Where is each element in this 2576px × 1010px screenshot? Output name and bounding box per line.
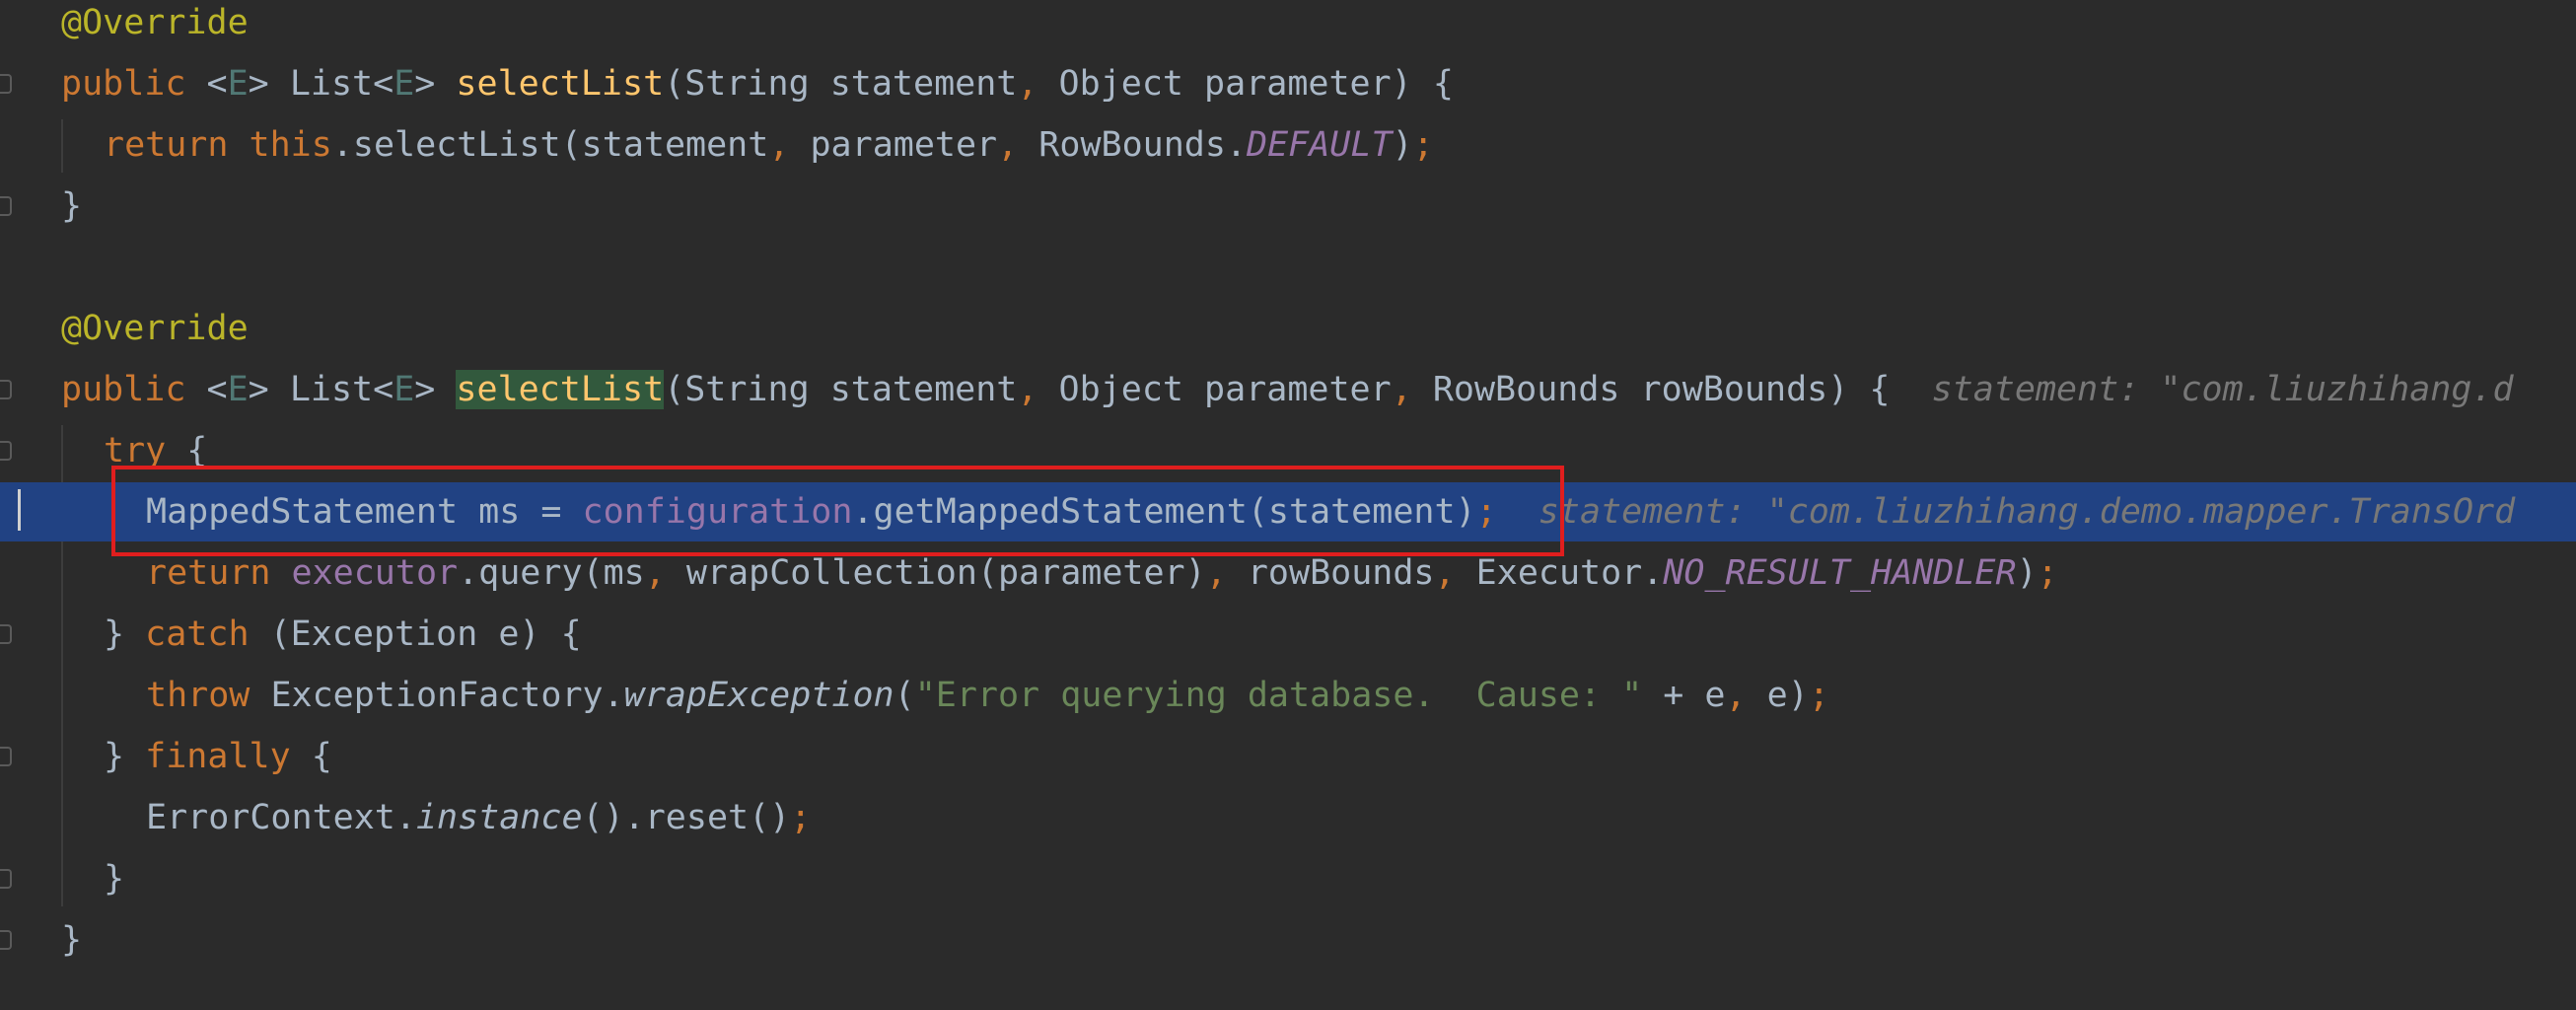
code-token: catch xyxy=(145,614,270,654)
code-token: selectList xyxy=(456,370,665,409)
code-token: selectList xyxy=(456,64,665,104)
code-token: NO_RESULT_HANDLER xyxy=(1663,553,2017,593)
code-line[interactable]: } xyxy=(0,849,2576,908)
code-token: ( xyxy=(894,676,915,715)
code-token: { xyxy=(311,737,332,776)
code-token: public xyxy=(61,370,207,409)
code-editor[interactable]: @Override public <E> List<E> selectList(S… xyxy=(0,0,2576,1010)
code-token: < xyxy=(206,64,228,104)
code-token: ; xyxy=(2037,553,2058,593)
code-token: ; xyxy=(1475,492,1497,532)
code-token: , xyxy=(1017,370,1059,409)
code-token: rowBounds xyxy=(1247,553,1435,593)
code-token: } xyxy=(104,737,146,776)
code-token: , xyxy=(1391,370,1433,409)
code-token: ErrorContext. xyxy=(146,798,416,837)
code-token: ().reset() xyxy=(582,798,791,837)
code-token: , xyxy=(1017,64,1059,104)
code-token: @Override xyxy=(61,3,249,42)
code-token: , xyxy=(644,553,686,593)
code-line[interactable]: return this.selectList(statement, parame… xyxy=(0,115,2576,175)
code-token: .query(ms xyxy=(458,553,645,593)
code-line[interactable]: @Override xyxy=(0,0,2576,52)
code-token: return xyxy=(104,125,250,165)
code-line[interactable]: throw ExceptionFactory.wrapException("Er… xyxy=(0,666,2576,725)
code-token: DEFAULT xyxy=(1247,125,1393,165)
code-token: { xyxy=(186,431,208,470)
code-token: Object parameter) { xyxy=(1058,64,1454,104)
code-token: parameter xyxy=(810,125,998,165)
code-token: configuration xyxy=(582,492,853,532)
code-token: > xyxy=(414,370,457,409)
code-token: try xyxy=(104,431,187,470)
code-token: > List< xyxy=(248,370,394,409)
code-token: ExceptionFactory. xyxy=(270,676,624,715)
code-token: , xyxy=(768,125,811,165)
code-token: public xyxy=(61,64,207,104)
code-token: throw xyxy=(146,676,271,715)
text-caret xyxy=(18,489,21,531)
code-token: instance xyxy=(415,798,583,837)
code-token: executor xyxy=(291,553,459,593)
code-token: } xyxy=(61,920,83,960)
code-token: } xyxy=(104,614,146,654)
code-token: MappedStatement ms = xyxy=(146,492,583,532)
code-line[interactable]: } catch (Exception e) { xyxy=(0,605,2576,664)
code-line[interactable]: @Override xyxy=(0,299,2576,358)
inlay-hint: statement: "com.liuzhihang.d xyxy=(1890,370,2514,409)
code-token: < xyxy=(206,370,228,409)
code-token: (String statement xyxy=(664,370,1018,409)
code-token: } xyxy=(104,859,125,899)
code-line[interactable]: } xyxy=(0,177,2576,236)
code-token: RowBounds rowBounds) { xyxy=(1432,370,1891,409)
inlay-hint: statement: "com.liuzhihang.demo.mapper.T… xyxy=(1496,492,2516,532)
code-token: , xyxy=(997,125,1039,165)
code-line[interactable]: } xyxy=(0,910,2576,970)
code-token: E xyxy=(227,370,249,409)
code-token: } xyxy=(61,186,83,226)
code-token: .getMappedStatement(statement) xyxy=(852,492,1476,532)
code-token: ; xyxy=(790,798,812,837)
code-token: , xyxy=(1725,676,1767,715)
code-token: @Override xyxy=(61,309,249,348)
code-token: (String statement xyxy=(664,64,1018,104)
code-token: ) xyxy=(1392,125,1413,165)
code-token: .selectList(statement xyxy=(331,125,769,165)
code-token: ; xyxy=(1412,125,1434,165)
code-line[interactable]: } finally { xyxy=(0,727,2576,786)
code-token: E xyxy=(394,370,415,409)
code-token: this xyxy=(249,125,332,165)
code-line[interactable]: MappedStatement ms = configuration.getMa… xyxy=(0,482,2576,541)
code-token: return xyxy=(146,553,292,593)
code-token: "Error querying database. Cause: " xyxy=(914,676,1643,715)
code-token: E xyxy=(227,64,249,104)
code-token: > xyxy=(414,64,457,104)
code-token: RowBounds. xyxy=(1038,125,1248,165)
code-token: ) xyxy=(2016,553,2038,593)
code-token: Object parameter xyxy=(1058,370,1392,409)
code-line[interactable]: public <E> List<E> selectList(String sta… xyxy=(0,360,2576,419)
code-line[interactable]: return executor.query(ms, wrapCollection… xyxy=(0,543,2576,603)
code-token: finally xyxy=(145,737,312,776)
code-line[interactable]: try { xyxy=(0,421,2576,480)
code-line[interactable]: public <E> List<E> selectList(String sta… xyxy=(0,54,2576,113)
code-token: ; xyxy=(1808,676,1829,715)
code-line[interactable]: ErrorContext.instance().reset(); xyxy=(0,788,2576,847)
code-token: Executor. xyxy=(1475,553,1664,593)
code-token: (Exception e) { xyxy=(269,614,582,654)
code-token: , xyxy=(1205,553,1248,593)
code-token: wrapException xyxy=(623,676,894,715)
code-token: + e xyxy=(1642,676,1726,715)
code-token: , xyxy=(1434,553,1476,593)
code-token: E xyxy=(394,64,415,104)
code-token: e) xyxy=(1766,676,1809,715)
code-token: > List< xyxy=(248,64,394,104)
code-token: wrapCollection(parameter) xyxy=(685,553,1206,593)
code-line[interactable] xyxy=(0,238,2576,297)
